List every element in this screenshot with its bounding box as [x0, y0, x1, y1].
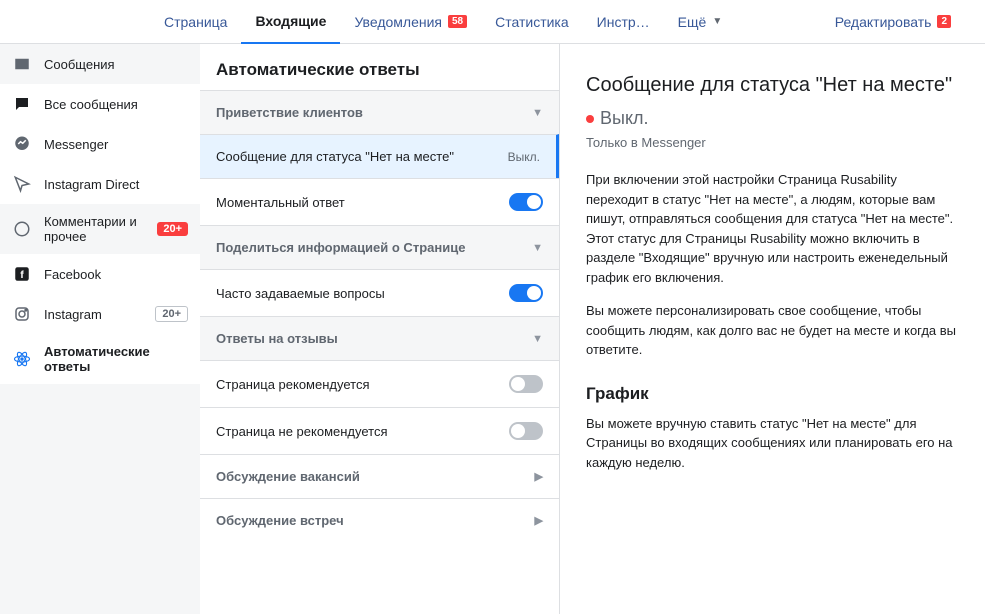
option-label: Часто задаваемые вопросы: [216, 286, 385, 301]
chevron-down-icon: ▼: [532, 107, 543, 119]
tab-more-label: Ещё: [678, 14, 707, 30]
option-faq[interactable]: Часто задаваемые вопросы: [200, 269, 559, 316]
instagram-direct-icon: [12, 174, 32, 194]
section-label: Приветствие клиентов: [216, 105, 363, 120]
sidebar-item-messages[interactable]: Сообщения: [0, 44, 200, 84]
main-area: Сообщения Все сообщения Messenger Instag…: [0, 44, 985, 614]
toggle-instant-reply[interactable]: [509, 193, 543, 211]
sidebar-item-label: Все сообщения: [44, 97, 188, 112]
section-greeting[interactable]: Приветствие клиентов ▼: [200, 90, 559, 134]
toggle-recommended[interactable]: [509, 375, 543, 393]
section-label: Обсуждение встреч: [216, 513, 344, 528]
description-2: Вы можете персонализировать свое сообщен…: [586, 301, 959, 360]
toggle-not-recommended[interactable]: [509, 422, 543, 440]
option-not-recommended[interactable]: Страница не рекомендуется: [200, 407, 559, 454]
section-label: Поделиться информацией о Странице: [216, 240, 465, 255]
option-away-message[interactable]: Сообщение для статуса "Нет на месте" Вык…: [200, 134, 559, 178]
tab-notifications[interactable]: Уведомления 58: [340, 0, 481, 44]
sidebar-item-label: Instagram Direct: [44, 177, 188, 192]
tab-stats[interactable]: Статистика: [481, 0, 583, 44]
sidebar-item-label: Сообщения: [44, 57, 188, 72]
status-text: Выкл.: [600, 108, 649, 129]
sidebar-item-all-messages[interactable]: Все сообщения: [0, 84, 200, 124]
atom-icon: [12, 349, 32, 369]
sidebar-item-label: Messenger: [44, 137, 188, 152]
comments-icon: [12, 219, 32, 239]
option-label: Страница рекомендуется: [216, 377, 370, 392]
edit-badge: 2: [937, 15, 951, 28]
topnav-tabs: Страница Входящие Уведомления 58 Статист…: [150, 0, 736, 44]
section-meetings[interactable]: Обсуждение встреч ▶: [200, 498, 559, 542]
tab-notifications-label: Уведомления: [354, 14, 442, 30]
chevron-down-icon: ▼: [712, 16, 722, 27]
sidebar-item-facebook[interactable]: f Facebook: [0, 254, 200, 294]
comments-badge: 20+: [157, 222, 188, 236]
channel-text: Только в Messenger: [586, 135, 959, 150]
sidebar-item-label: Facebook: [44, 267, 188, 282]
option-label: Моментальный ответ: [216, 195, 345, 210]
responses-column: Автоматические ответы Приветствие клиент…: [200, 44, 560, 614]
facebook-icon: f: [12, 264, 32, 284]
sidebar: Сообщения Все сообщения Messenger Instag…: [0, 44, 200, 614]
svg-text:f: f: [20, 269, 24, 281]
section-label: Ответы на отзывы: [216, 331, 338, 346]
topnav-right: Редактировать 2: [821, 0, 965, 44]
top-navigation: Страница Входящие Уведомления 58 Статист…: [0, 0, 985, 44]
sidebar-item-instagram[interactable]: Instagram 20+: [0, 294, 200, 334]
tab-tools[interactable]: Инстр…: [583, 0, 664, 44]
sidebar-item-messenger[interactable]: Messenger: [0, 124, 200, 164]
sidebar-item-label: Instagram: [44, 307, 143, 322]
tab-page[interactable]: Страница: [150, 0, 241, 44]
description-1: При включении этой настройки Страница Ru…: [586, 170, 959, 287]
sidebar-item-label: Автоматические ответы: [44, 344, 188, 374]
toggle-faq[interactable]: [509, 284, 543, 302]
sidebar-item-comments[interactable]: Комментарии и прочее 20+: [0, 204, 200, 254]
section-label: Обсуждение вакансий: [216, 469, 360, 484]
instagram-icon: [12, 304, 32, 324]
schedule-text: Вы можете вручную ставить статус "Нет на…: [586, 414, 959, 473]
chevron-down-icon: ▼: [532, 333, 543, 345]
sidebar-item-auto-responses[interactable]: Автоматические ответы: [0, 334, 200, 384]
detail-title: Сообщение для статуса "Нет на месте": [586, 72, 959, 98]
tab-more[interactable]: Ещё ▼: [664, 0, 737, 44]
schedule-heading: График: [586, 384, 959, 404]
sidebar-item-instagram-direct[interactable]: Instagram Direct: [0, 164, 200, 204]
inbox-icon: [12, 54, 32, 74]
section-reviews[interactable]: Ответы на отзывы ▼: [200, 316, 559, 360]
notifications-badge: 58: [448, 15, 467, 28]
option-instant-reply[interactable]: Моментальный ответ: [200, 178, 559, 225]
messenger-icon: [12, 134, 32, 154]
section-share-info[interactable]: Поделиться информацией о Странице ▼: [200, 225, 559, 269]
instagram-badge: 20+: [155, 306, 188, 322]
detail-panel: Сообщение для статуса "Нет на месте" Вык…: [560, 44, 985, 614]
responses-title: Автоматические ответы: [200, 44, 559, 90]
sidebar-item-label: Комментарии и прочее: [44, 214, 145, 244]
option-label: Сообщение для статуса "Нет на месте": [216, 149, 454, 164]
chevron-down-icon: ▼: [532, 242, 543, 254]
tab-inbox[interactable]: Входящие: [241, 0, 340, 44]
chevron-right-icon: ▶: [535, 470, 543, 483]
edit-button[interactable]: Редактировать 2: [821, 0, 965, 44]
option-recommended[interactable]: Страница рекомендуется: [200, 360, 559, 407]
chevron-right-icon: ▶: [535, 514, 543, 527]
section-jobs[interactable]: Обсуждение вакансий ▶: [200, 454, 559, 498]
comment-icon: [12, 94, 32, 114]
edit-label: Редактировать: [835, 14, 932, 30]
status-dot-icon: [586, 115, 594, 123]
option-label: Страница не рекомендуется: [216, 424, 388, 439]
status-line: Выкл.: [586, 108, 959, 129]
option-state: Выкл.: [508, 150, 540, 164]
